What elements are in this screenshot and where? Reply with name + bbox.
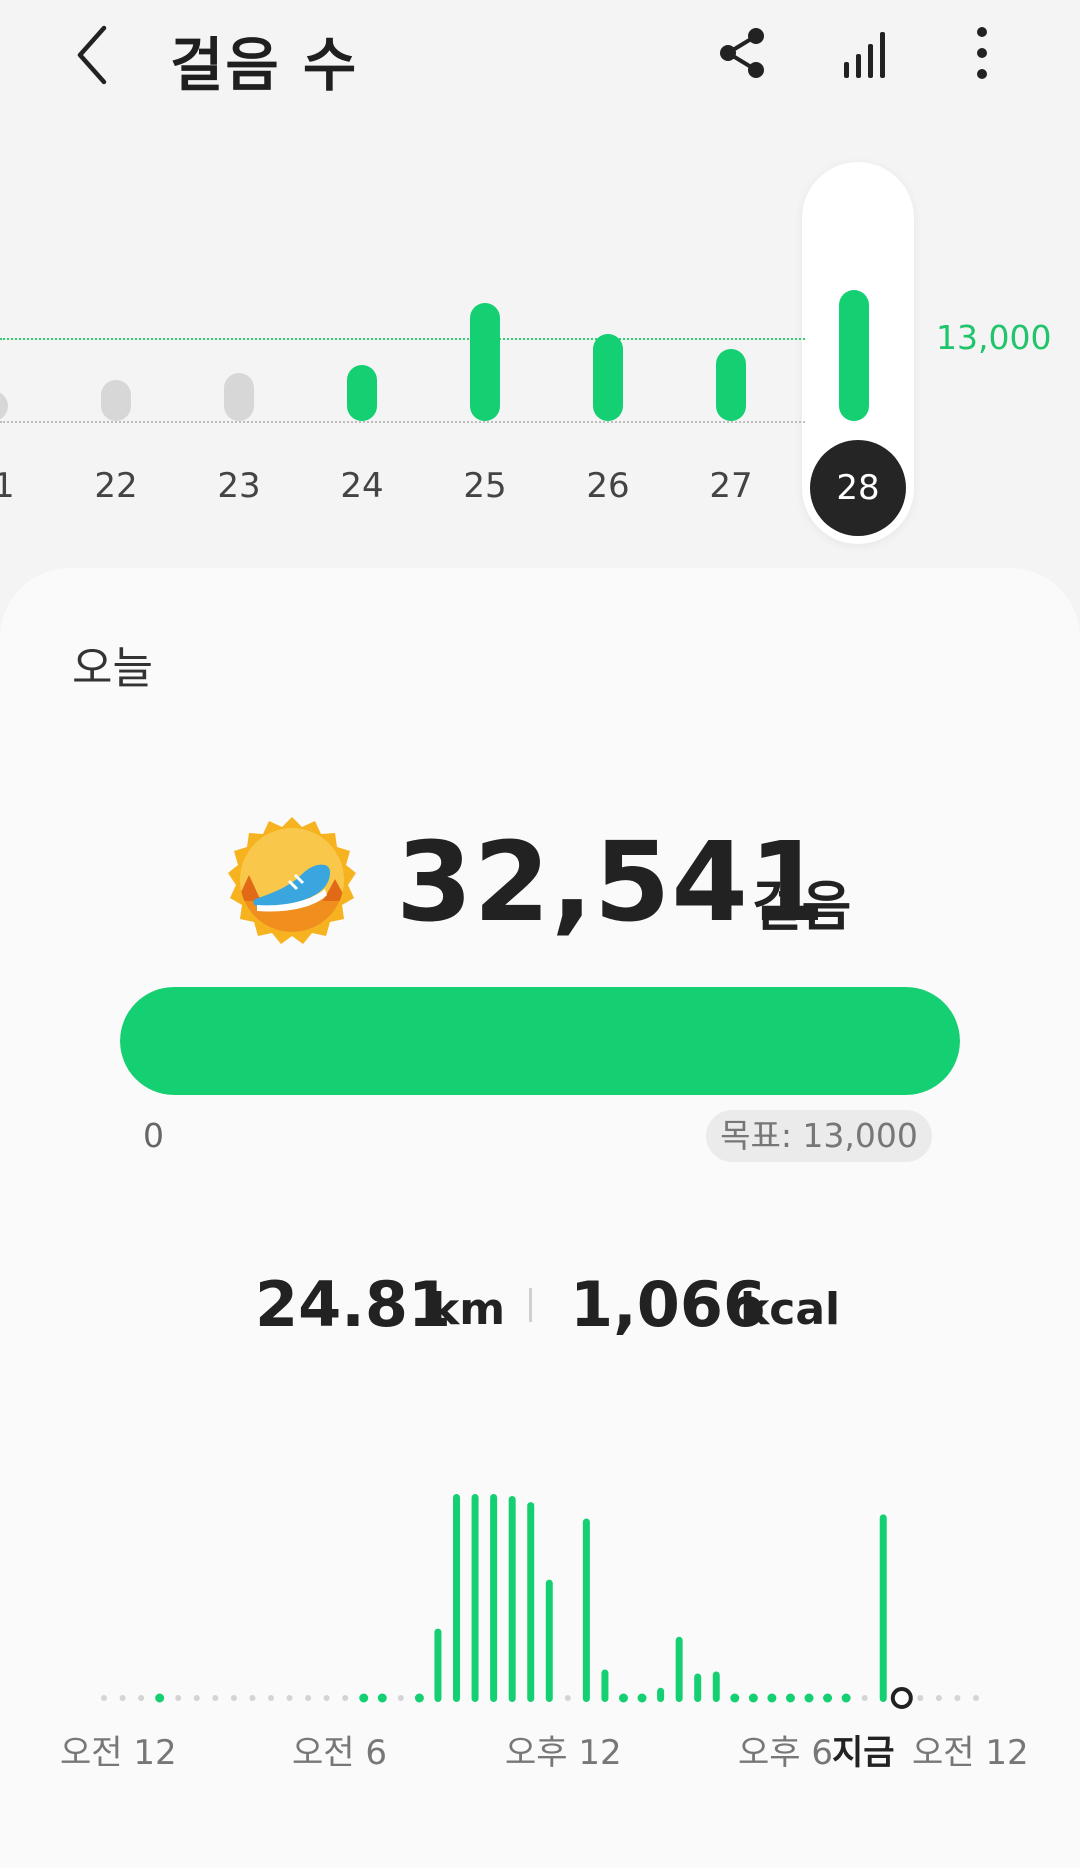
hourly-bar [490, 1494, 498, 1702]
hourly-dot [414, 1693, 424, 1703]
now-marker [890, 1687, 913, 1709]
hourly-dot [155, 1693, 165, 1703]
hourly-dot [138, 1695, 145, 1701]
hourly-dot [230, 1695, 237, 1701]
hourly-dot [973, 1695, 979, 1701]
hourly-dot [767, 1693, 777, 1703]
hourly-dot [377, 1693, 387, 1703]
hourly-dot [564, 1695, 571, 1701]
hourly-dot [267, 1695, 274, 1701]
hourly-axis-label: 오전 12 [60, 1733, 177, 1773]
hourly-bar [471, 1494, 479, 1702]
hourly-dot [286, 1695, 293, 1701]
now-label: 지금 [832, 1733, 895, 1773]
hourly-dot [359, 1693, 369, 1703]
hourly-bar [545, 1579, 553, 1702]
hourly-axis-label: 오전 6 [292, 1733, 387, 1773]
hourly-dot [730, 1693, 740, 1703]
hourly-dot [748, 1693, 758, 1703]
hourly-bar [657, 1687, 665, 1702]
hourly-dot [823, 1693, 833, 1703]
hourly-dot [917, 1695, 924, 1701]
hourly-bar [453, 1494, 461, 1702]
hourly-dot [841, 1693, 851, 1703]
hourly-dot [785, 1693, 795, 1703]
hourly-dot [119, 1695, 126, 1701]
hourly-dot [954, 1695, 961, 1701]
hourly-dot [342, 1695, 349, 1701]
hourly-axis-label: 오후 6 [738, 1733, 833, 1773]
hourly-dot [101, 1695, 107, 1701]
hourly-dot [935, 1695, 942, 1701]
hourly-bar [527, 1502, 535, 1702]
hourly-dot [861, 1695, 868, 1701]
hourly-dot [397, 1695, 404, 1701]
hourly-dot [305, 1695, 312, 1701]
hourly-bar [582, 1518, 590, 1702]
hourly-bar [508, 1496, 516, 1702]
hourly-axis-label: 오전 12 [912, 1733, 1029, 1773]
hourly-dot [175, 1695, 182, 1701]
hourly-dot [637, 1693, 647, 1703]
hourly-bar [434, 1628, 442, 1702]
hourly-dot [804, 1693, 814, 1703]
hourly-step-chart [101, 1494, 979, 1709]
hourly-dot [212, 1695, 219, 1701]
hourly-dot [618, 1693, 628, 1703]
hourly-bar [694, 1673, 702, 1702]
hourly-dot [193, 1695, 200, 1701]
hourly-bar [601, 1669, 609, 1702]
hourly-bar [879, 1514, 887, 1702]
hourly-dot [249, 1695, 256, 1701]
hourly-axis-label: 오후 12 [505, 1733, 622, 1773]
hourly-dot [323, 1695, 330, 1701]
hourly-bar [712, 1671, 720, 1702]
hourly-bar [675, 1636, 683, 1702]
